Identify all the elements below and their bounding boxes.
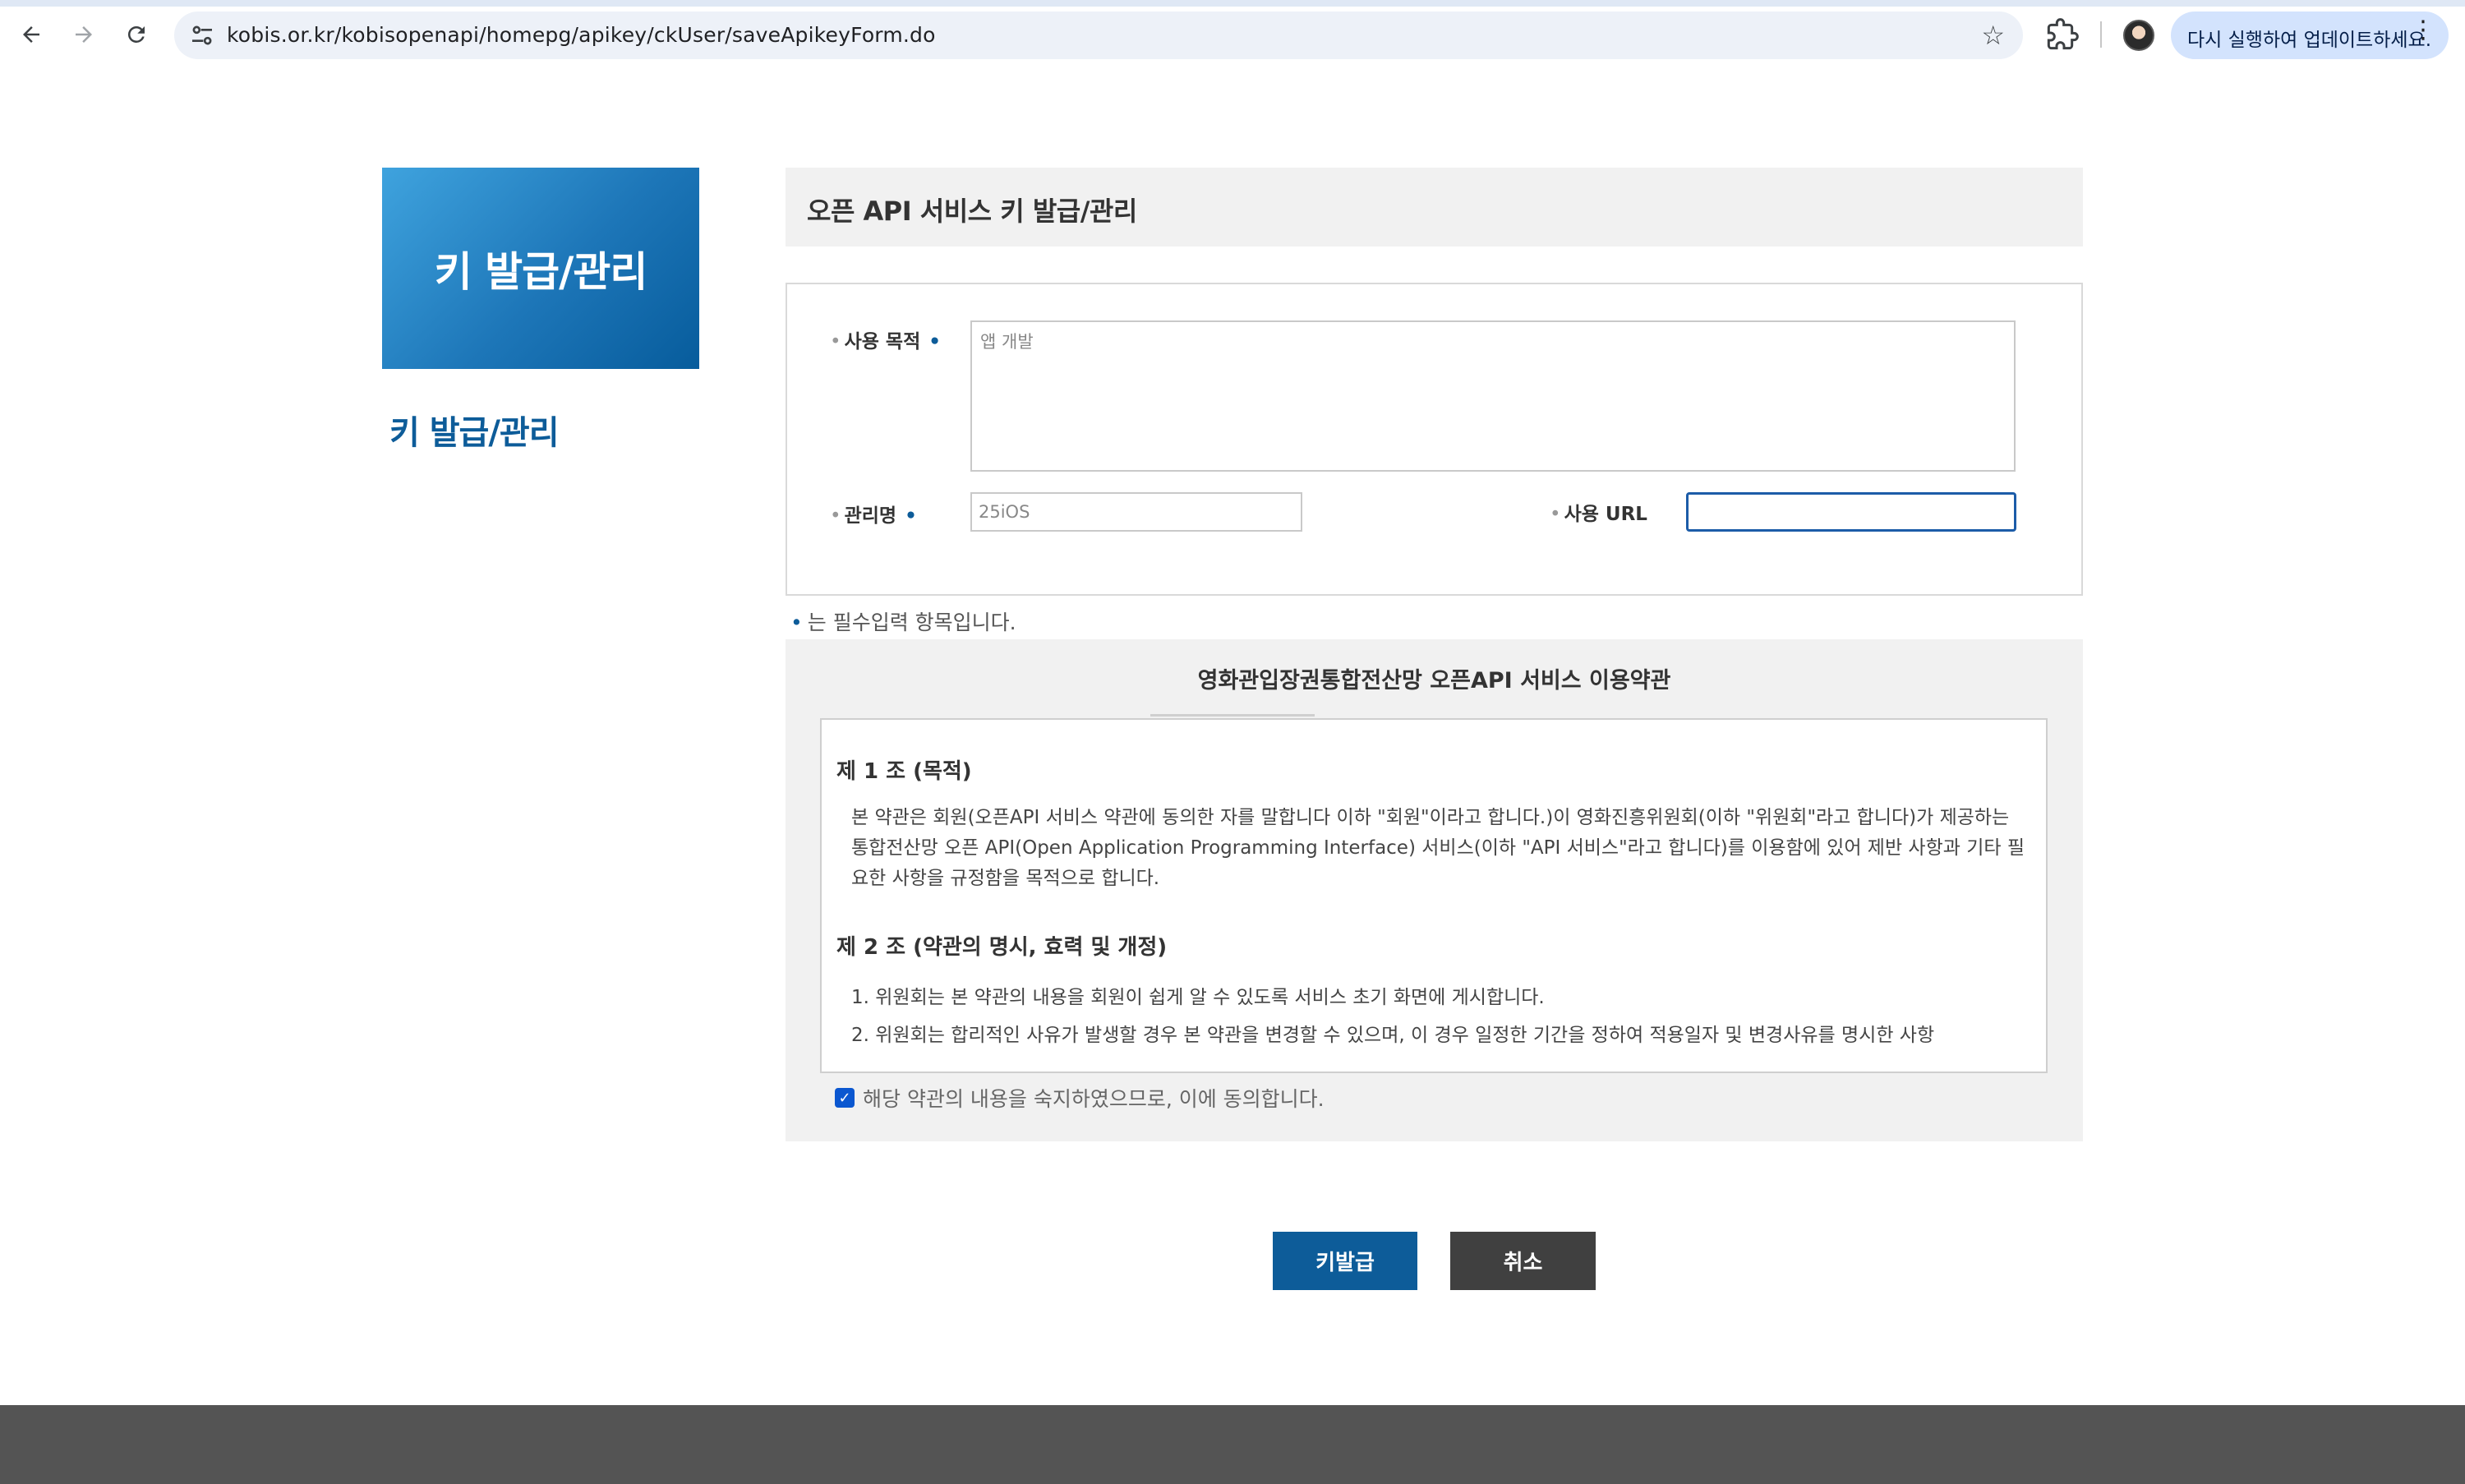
issue-key-button[interactable]: 키발급 — [1273, 1232, 1417, 1290]
cancel-button[interactable]: 취소 — [1450, 1232, 1596, 1290]
agree-checkbox[interactable]: ✓ — [835, 1088, 855, 1108]
use-url-label: • 사용 URL — [1550, 504, 1647, 525]
extensions-puzzle-icon[interactable] — [2046, 18, 2079, 51]
article2-list: 1. 위원회는 본 약관의 내용을 회원이 쉽게 알 수 있도록 서비스 초기 … — [836, 979, 2031, 1054]
sidebar-banner-title: 키 발급/관리 — [434, 247, 648, 296]
page-footer — [0, 1405, 2465, 1484]
page-title-bar: 오픈 API 서비스 키 발급/관리 — [786, 168, 2083, 247]
required-note: • 는 필수입력 항목입니다. — [790, 611, 1016, 634]
sidebar-banner: 키 발급/관리 — [382, 168, 699, 369]
apikey-form: •사용 목적• 앱 개발 •관리명• •사용 URL — [786, 283, 2083, 596]
more-menu-icon[interactable]: ⋮ — [2411, 18, 2435, 43]
manage-name-input[interactable] — [970, 492, 1302, 532]
terms-title: 영화관입장권통합전산망 오픈API 서비스 이용약관 — [1197, 668, 1671, 694]
url-text[interactable]: kobis.or.kr/kobisopenapi/homepg/apikey/c… — [227, 23, 936, 47]
bookmark-star-icon[interactable]: ☆ — [1981, 20, 2005, 51]
profile-avatar[interactable] — [2123, 20, 2154, 51]
terms-scroll-area[interactable]: 제 1 조 (목적) 본 약관은 회원(오픈API 서비스 약관에 동의한 자를… — [820, 718, 2048, 1073]
article2-title: 제 2 조 (약관의 명시, 효력 및 개정) — [836, 935, 1168, 960]
list-item: 2. 위원회는 합리적인 사유가 발생할 경우 본 약관을 변경할 수 있으며,… — [851, 1025, 1935, 1046]
purpose-label: • 사용 목적 • — [830, 331, 941, 353]
required-marker: • — [928, 331, 941, 353]
forward-icon[interactable] — [67, 18, 100, 51]
use-url-input[interactable] — [1686, 492, 2016, 532]
purpose-textarea[interactable]: 앱 개발 — [970, 320, 2016, 472]
agree-row[interactable]: ✓ 해당 약관의 내용을 숙지하였으므로, 이에 동의합니다. — [835, 1083, 1325, 1113]
manage-name-label: • 관리명 • — [830, 505, 917, 527]
list-item: 1. 위원회는 본 약관의 내용을 회원이 쉽게 알 수 있도록 서비스 초기 … — [851, 987, 1545, 1008]
back-icon[interactable] — [15, 18, 48, 51]
reload-icon[interactable] — [120, 18, 153, 51]
tab-strip-edge — [0, 0, 2465, 7]
browser-toolbar: kobis.or.kr/kobisopenapi/homepg/apikey/c… — [0, 0, 2465, 69]
article1-body: 본 약관은 회원(오픈API 서비스 약관에 동의한 자를 말합니다 이하 "회… — [851, 807, 2025, 889]
page-title: 오픈 API 서비스 키 발급/관리 — [807, 196, 1137, 227]
update-chrome-button[interactable]: 다시 실행하여 업데이트하세요. ⋮ — [2171, 12, 2449, 59]
site-settings-icon[interactable] — [189, 22, 215, 48]
update-label: 다시 실행하여 업데이트하세요. — [2187, 30, 2432, 51]
required-marker: • — [905, 505, 917, 527]
agree-label[interactable]: 해당 약관의 내용을 숙지하였으므로, 이에 동의합니다. — [863, 1083, 1325, 1113]
sidebar-item-key-management[interactable]: 키 발급/관리 — [389, 406, 560, 454]
address-bar[interactable]: kobis.or.kr/kobisopenapi/homepg/apikey/c… — [174, 12, 2023, 59]
terms-section: 영화관입장권통합전산망 오픈API 서비스 이용약관 제 1 조 (목적) 본 … — [786, 639, 2083, 1141]
article1-title: 제 1 조 (목적) — [836, 759, 972, 784]
toolbar-divider — [2100, 21, 2102, 48]
